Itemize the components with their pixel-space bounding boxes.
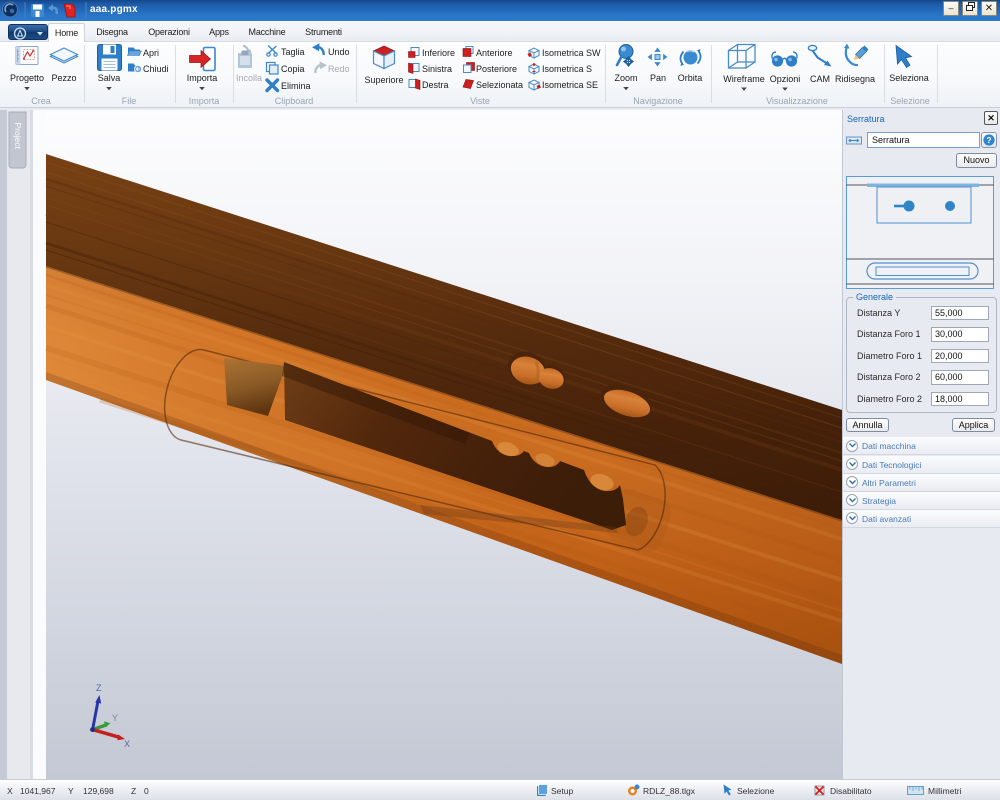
svg-text:?: ?	[986, 135, 991, 145]
svg-text:Z: Z	[96, 683, 102, 693]
svg-text:Project: Project	[13, 123, 23, 150]
svg-text:Y: Y	[112, 713, 118, 723]
svg-text:X: X	[124, 739, 130, 749]
